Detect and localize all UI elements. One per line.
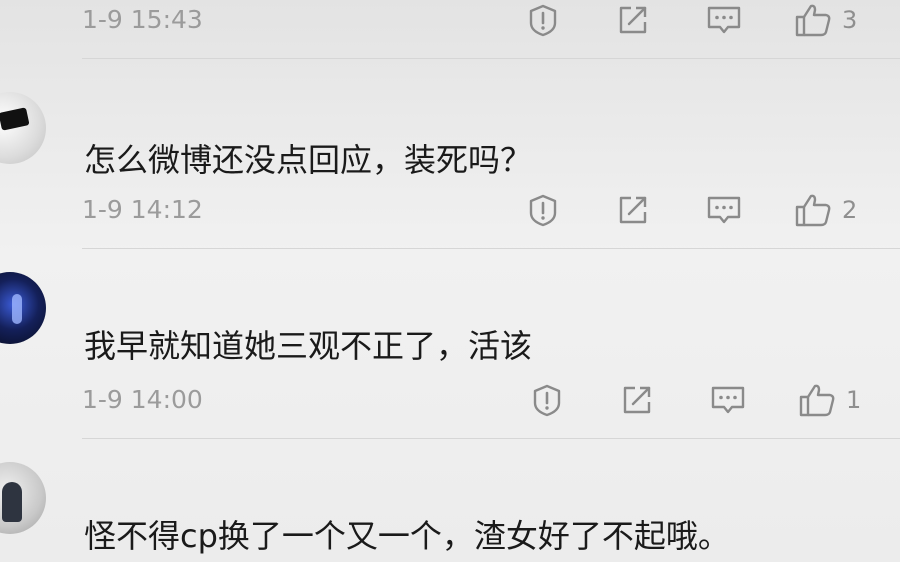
avatar-sticker bbox=[0, 107, 30, 131]
share-button[interactable] bbox=[616, 192, 650, 228]
divider bbox=[82, 438, 900, 439]
avatar[interactable] bbox=[0, 272, 46, 344]
thumbs-up-icon bbox=[795, 4, 831, 37]
like-count: 1 bbox=[846, 386, 862, 414]
like-button[interactable]: 1 bbox=[798, 382, 861, 418]
comment-icon bbox=[707, 196, 741, 224]
like-count: 2 bbox=[842, 196, 858, 224]
avatar-figure bbox=[12, 294, 22, 324]
thumbs-up-icon bbox=[795, 194, 831, 227]
comment-text: 怪不得cp换了一个又一个，渣女好了不起哦。 bbox=[84, 517, 730, 555]
like-count: 3 bbox=[842, 6, 858, 34]
comment-timestamp: 1-9 14:12 bbox=[82, 195, 203, 224]
comment-timestamp: 1-9 15:43 bbox=[82, 5, 203, 34]
reply-button[interactable] bbox=[706, 2, 742, 38]
comment-meta: 1-9 14:00 1 bbox=[0, 382, 900, 418]
comment-timestamp: 1-9 14:00 bbox=[82, 385, 203, 414]
share-icon bbox=[619, 196, 647, 224]
report-button[interactable] bbox=[526, 192, 560, 228]
avatar-person bbox=[2, 482, 22, 522]
divider bbox=[82, 248, 900, 249]
thumbs-up-icon bbox=[799, 384, 835, 417]
share-icon bbox=[623, 386, 651, 414]
report-icon bbox=[533, 384, 561, 417]
like-button[interactable]: 2 bbox=[794, 192, 857, 228]
report-icon bbox=[529, 194, 557, 227]
comment-icon bbox=[707, 6, 741, 34]
comment-text: 我早就知道她三观不正了，活该 bbox=[84, 327, 533, 365]
like-button[interactable]: 3 bbox=[794, 2, 857, 38]
divider bbox=[82, 58, 900, 59]
share-button[interactable] bbox=[616, 2, 650, 38]
comment-list: 1-9 15:43 3 怎么微博还没点回应，装死吗？ 1-9 14:12 2 我… bbox=[0, 0, 900, 562]
comment-meta: 1-9 14:12 2 bbox=[0, 192, 900, 228]
report-button[interactable] bbox=[526, 2, 560, 38]
comment-icon bbox=[711, 386, 745, 414]
avatar[interactable] bbox=[0, 92, 46, 164]
report-button[interactable] bbox=[530, 382, 564, 418]
comment-meta: 1-9 15:43 3 bbox=[0, 2, 900, 38]
avatar[interactable] bbox=[0, 462, 46, 534]
share-button[interactable] bbox=[620, 382, 654, 418]
reply-button[interactable] bbox=[710, 382, 746, 418]
reply-button[interactable] bbox=[706, 192, 742, 228]
report-icon bbox=[529, 4, 557, 37]
comment-text: 怎么微博还没点回应，装死吗？ bbox=[84, 141, 533, 179]
share-icon bbox=[619, 6, 647, 34]
